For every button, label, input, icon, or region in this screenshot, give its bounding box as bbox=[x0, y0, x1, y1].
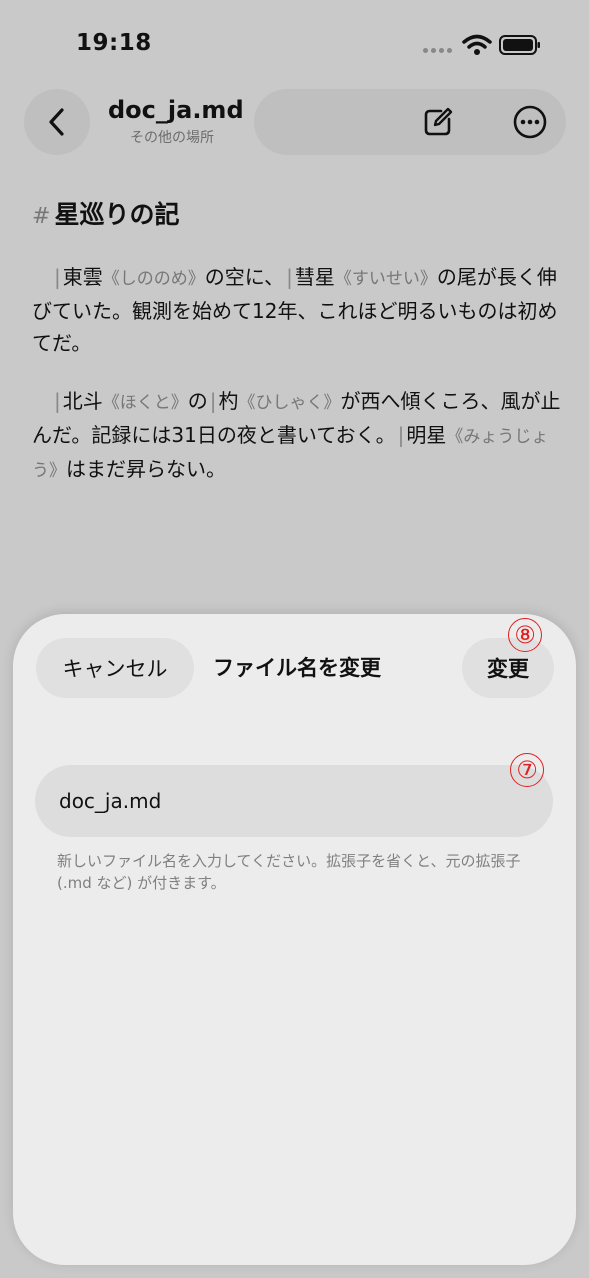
filename-input[interactable]: doc_ja.md bbox=[35, 765, 553, 837]
rename-sheet: キャンセル ファイル名を変更 変更 ⑧ doc_ja.md ⑦ 新しいファイル名… bbox=[13, 614, 576, 1265]
cancel-button[interactable]: キャンセル bbox=[36, 638, 194, 698]
annotation-badge-8: ⑧ bbox=[508, 618, 542, 652]
rename-confirm-button[interactable]: 変更 bbox=[462, 638, 554, 698]
ruby-reading: 《しののめ》 bbox=[102, 269, 205, 289]
ruby-marker: | bbox=[54, 265, 61, 289]
ruby-reading: 《すいせい》 bbox=[334, 269, 437, 289]
edit-button[interactable] bbox=[411, 96, 465, 148]
signal-icon bbox=[423, 48, 452, 53]
ruby-reading: 《ひしゃく》 bbox=[238, 393, 341, 413]
document-location: その他の場所 bbox=[130, 130, 214, 146]
ruby-base: 北斗 bbox=[62, 389, 103, 413]
paragraph-text: はまだ昇らない。 bbox=[66, 457, 226, 481]
document-body: # 星巡りの記 | 東雲《しののめ》の空に、 | 彗星《すいせい》の尾が長く伸びていた。… bbox=[32, 195, 562, 513]
wifi-icon bbox=[462, 34, 492, 55]
ruby-marker: | bbox=[54, 389, 61, 413]
paragraph-1: | 東雲《しののめ》の空に、 | 彗星《すいせい》の尾が長く伸びていた。観測を始めて1… bbox=[32, 261, 562, 359]
paragraph-text: の空に、 bbox=[204, 265, 285, 289]
more-button[interactable] bbox=[503, 96, 557, 148]
ruby-base: 杓 bbox=[218, 389, 239, 413]
ruby-marker: | bbox=[209, 389, 217, 413]
status-bar: 19:18 bbox=[0, 0, 589, 80]
paragraph-2: | 北斗《ほくと》の | 杓《ひしゃく》が西へ傾くころ、風が止んだ。記録には31日の夜… bbox=[32, 385, 562, 487]
chevron-left-icon bbox=[49, 108, 64, 136]
status-time: 19:18 bbox=[76, 30, 152, 56]
more-circle-icon bbox=[513, 105, 547, 139]
filename-hint: 新しいファイル名を入力してください。拡張子を省くと、元の拡張子 (.md など)… bbox=[57, 852, 521, 892]
ruby-marker: | bbox=[286, 265, 293, 289]
heading-text: 星巡りの記 bbox=[54, 200, 180, 229]
paragraph-text: の bbox=[187, 389, 208, 413]
ruby-base: 明星 bbox=[406, 423, 447, 447]
ruby-base: 彗星 bbox=[294, 265, 335, 289]
ruby-reading: 《ほくと》 bbox=[102, 393, 188, 413]
heading-marker: # bbox=[32, 204, 51, 229]
ruby-base: 東雲 bbox=[62, 265, 103, 289]
back-button[interactable] bbox=[24, 89, 90, 155]
ruby-marker: | bbox=[397, 423, 405, 447]
sheet-title: ファイル名を変更 bbox=[213, 656, 381, 680]
battery-icon bbox=[499, 35, 540, 55]
compose-icon bbox=[424, 107, 453, 136]
document-title: doc_ja.md bbox=[108, 96, 244, 124]
document-heading: # 星巡りの記 bbox=[32, 195, 562, 231]
annotation-badge-7: ⑦ bbox=[510, 753, 544, 787]
